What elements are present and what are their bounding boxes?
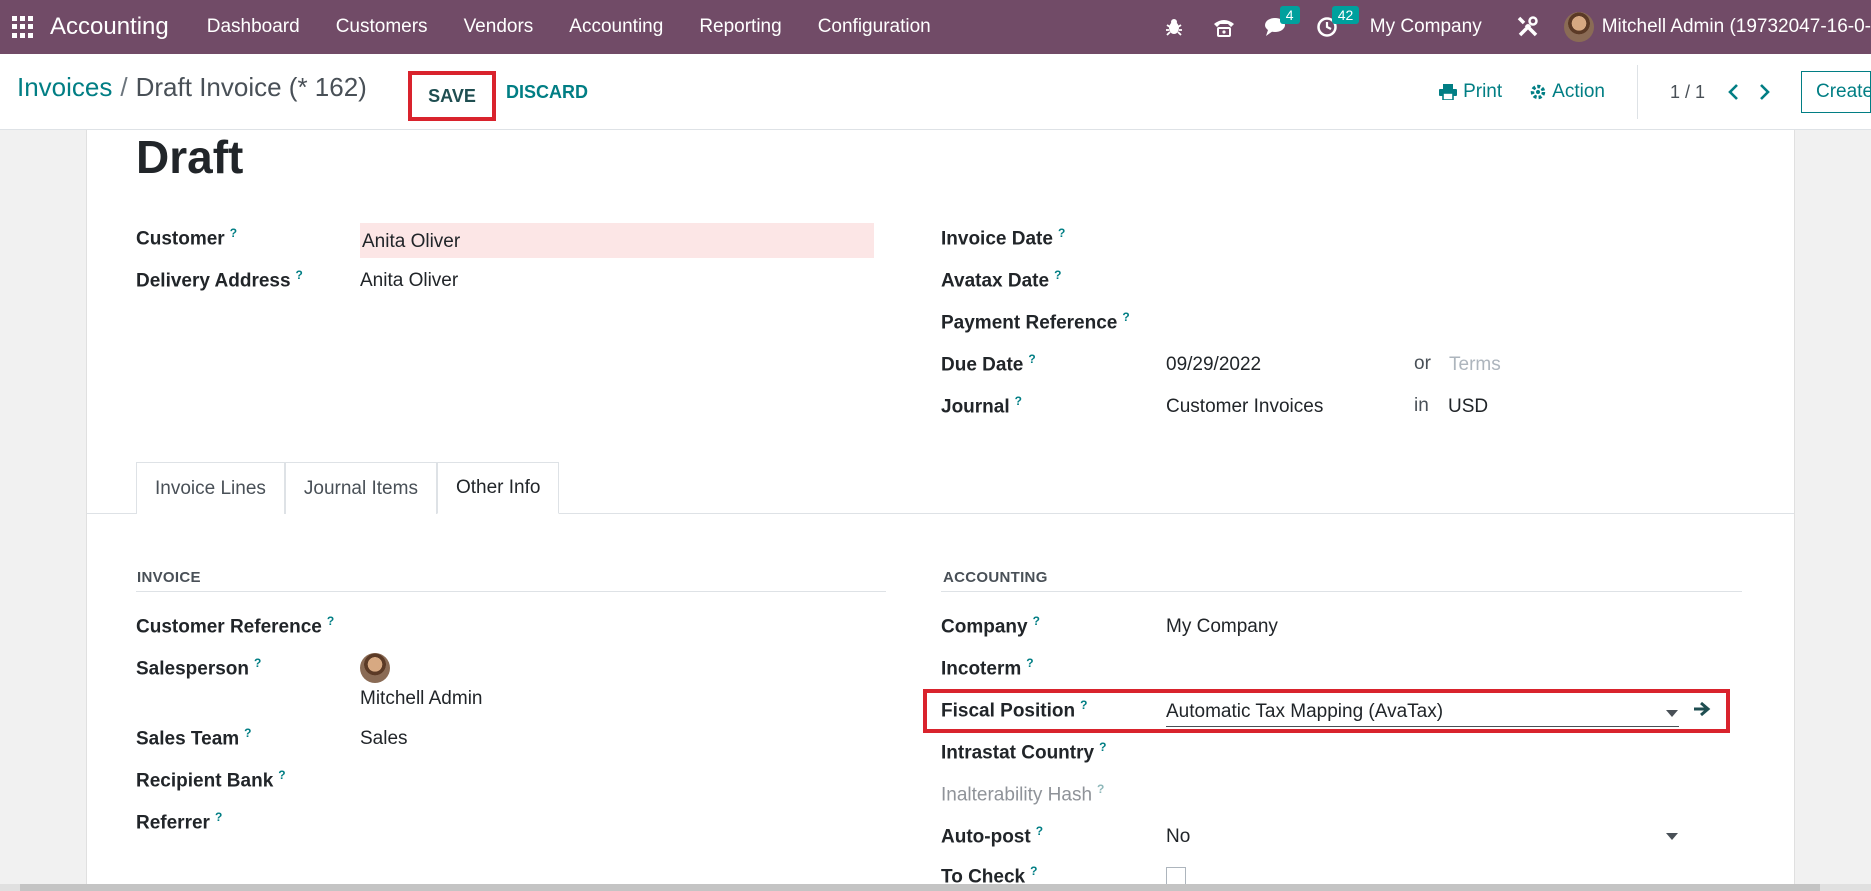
notebook-tabs: Invoice Lines Journal Items Other Info [136, 462, 560, 514]
gear-icon [1530, 84, 1546, 100]
save-button[interactable]: SAVE [428, 86, 476, 107]
activities-count-badge: 42 [1331, 6, 1360, 24]
sales-team-label: Sales Team? [136, 726, 252, 750]
accounting-section-divider [941, 591, 1742, 592]
salesperson-label: Salesperson? [136, 656, 262, 680]
pager-value[interactable]: 1 / 1 [1670, 82, 1705, 103]
delivery-address-value[interactable]: Anita Oliver [360, 270, 458, 292]
customer-value: Anita Oliver [362, 231, 461, 252]
company-value[interactable]: My Company [1166, 616, 1278, 638]
salesperson-value[interactable]: Mitchell Admin [360, 688, 483, 710]
tab-journal-items[interactable]: Journal Items [284, 462, 437, 514]
chevron-right-icon[interactable] [1759, 83, 1771, 101]
inalterability-hash-label: Inalterability Hash? [941, 782, 1105, 806]
avatax-date-label: Avatax Date? [941, 268, 1062, 292]
main-menu: Dashboard Customers Vendors Accounting R… [189, 16, 949, 38]
auto-post-label: Auto-post? [941, 824, 1044, 848]
breadcrumb-separator: / [120, 72, 128, 102]
print-label: Print [1463, 81, 1503, 102]
chevron-left-icon[interactable] [1727, 83, 1739, 101]
create-button[interactable]: Create [1801, 71, 1871, 113]
app-name[interactable]: Accounting [50, 13, 169, 41]
company-label: Company? [941, 614, 1040, 638]
delivery-address-label: Delivery Address? [136, 268, 303, 292]
currency-value[interactable]: USD [1448, 396, 1488, 418]
fiscal-position-field[interactable]: Automatic Tax Mapping (AvaTax) [1166, 698, 1679, 727]
activities-clock-icon[interactable]: 42 [1316, 6, 1360, 38]
or-label: or [1414, 353, 1431, 374]
fiscal-position-label: Fiscal Position? [941, 698, 1088, 722]
form-sheet: Draft Customer? Anita Oliver Delivery Ad… [86, 130, 1795, 891]
due-date-label: Due Date? [941, 352, 1036, 376]
customer-reference-label: Customer Reference? [136, 614, 335, 638]
menu-customers[interactable]: Customers [318, 16, 446, 38]
menu-accounting[interactable]: Accounting [551, 16, 681, 38]
tab-other-info[interactable]: Other Info [436, 462, 560, 514]
user-menu[interactable]: Mitchell Admin (19732047-16-0- [1602, 16, 1871, 38]
control-panel: Invoices / Draft Invoice (* 162) SAVE DISC… [0, 54, 1871, 130]
breadcrumb-current: Draft Invoice (* 162) [135, 72, 367, 102]
print-button[interactable]: Print [1439, 81, 1502, 103]
fiscal-position-dropdown-icon[interactable] [1666, 710, 1678, 717]
bug-icon[interactable] [1164, 17, 1184, 37]
menu-reporting[interactable]: Reporting [681, 16, 799, 38]
customer-label: Customer? [136, 226, 238, 250]
divider [1636, 65, 1638, 119]
user-avatar[interactable] [1563, 12, 1594, 42]
auto-post-dropdown-icon[interactable] [1666, 833, 1678, 840]
tab-invoice-lines[interactable]: Invoice Lines [136, 462, 285, 514]
customer-field[interactable]: Anita Oliver [360, 223, 874, 258]
invoice-date-label: Invoice Date? [941, 226, 1066, 250]
payment-terms-field[interactable]: Terms [1449, 354, 1501, 376]
messages-icon[interactable]: 4 [1264, 6, 1300, 38]
action-button[interactable]: Action [1530, 81, 1605, 103]
printer-icon [1439, 84, 1458, 100]
journal-label: Journal? [941, 394, 1022, 418]
apps-grid-icon[interactable] [12, 16, 34, 38]
salesperson-avatar [360, 653, 390, 683]
horizontal-scrollbar[interactable] [20, 884, 1820, 891]
phone-icon[interactable] [1212, 16, 1236, 38]
menu-dashboard[interactable]: Dashboard [189, 16, 318, 38]
company-switcher[interactable]: My Company [1370, 16, 1482, 38]
due-date-value[interactable]: 09/29/2022 [1166, 354, 1261, 376]
invoice-section-divider [136, 591, 886, 592]
fiscal-position-value: Automatic Tax Mapping (AvaTax) [1166, 701, 1444, 722]
breadcrumb: Invoices / Draft Invoice (* 162) [17, 72, 367, 103]
menu-configuration[interactable]: Configuration [800, 16, 949, 38]
tools-icon[interactable] [1516, 15, 1540, 39]
invoice-status-title: Draft [136, 131, 244, 183]
breadcrumb-invoices[interactable]: Invoices [17, 72, 112, 102]
discard-button[interactable]: DISCARD [506, 82, 588, 103]
action-label: Action [1552, 81, 1605, 102]
recipient-bank-label: Recipient Bank? [136, 768, 286, 792]
invoice-section-title: INVOICE [137, 569, 201, 586]
menu-vendors[interactable]: Vendors [446, 16, 552, 38]
referrer-label: Referrer? [136, 810, 223, 834]
journal-value[interactable]: Customer Invoices [1166, 396, 1323, 418]
incoterm-label: Incoterm? [941, 656, 1034, 680]
external-link-arrow-icon[interactable] [1693, 700, 1711, 723]
sales-team-value[interactable]: Sales [360, 728, 408, 750]
accounting-section-title: ACCOUNTING [943, 569, 1048, 586]
save-highlight-box: SAVE [408, 71, 496, 121]
messages-count-badge: 4 [1279, 6, 1300, 24]
payment-reference-label: Payment Reference? [941, 310, 1130, 334]
auto-post-value[interactable]: No [1166, 826, 1190, 848]
top-navbar: Accounting Dashboard Customers Vendors A… [0, 0, 1871, 54]
intrastat-country-label: Intrastat Country? [941, 740, 1107, 764]
in-label: in [1414, 395, 1429, 416]
